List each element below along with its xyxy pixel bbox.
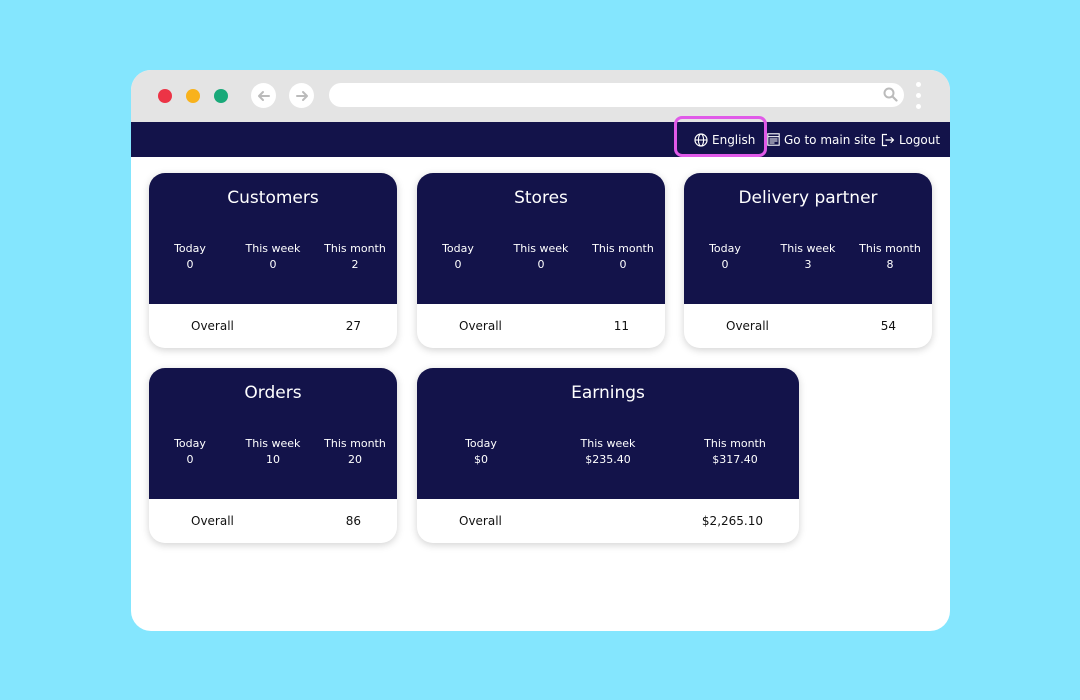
stat-label: This month [324,242,386,255]
stat-this-month: This month 0 [592,241,654,273]
logout-button[interactable]: Logout [881,122,940,157]
stat-value: 0 [454,258,462,271]
logout-icon [881,133,895,146]
stat-today: Today 0 [709,241,741,273]
overall-value: 54 [880,319,896,333]
stat-value: 0 [186,453,194,466]
overall-label: Overall [191,319,234,333]
delivery-partner-card: Delivery partner Today 0 This week 3 Thi… [684,173,932,348]
customers-card: Customers Today 0 This week 0 This month… [149,173,397,348]
stat-today: Today 0 [174,241,206,273]
arrow-left-icon [257,90,270,101]
overall-label: Overall [459,319,502,333]
browser-window: English Go to main site Logout Customers… [131,70,950,631]
stat-value: $317.40 [712,453,758,466]
card-title: Customers [227,188,319,208]
stat-value: 3 [804,258,812,271]
stat-this-week: This week 3 [781,241,836,273]
stat-label: Today [442,242,474,255]
stat-label: Today [174,242,206,255]
stat-label: This week [580,437,636,450]
stat-this-month: This month 20 [324,436,386,468]
overall-value: $2,265.10 [701,514,763,528]
stat-label: This month [704,437,766,450]
stat-value: 0 [269,258,277,271]
stat-value: 0 [186,258,194,271]
stat-value: $0 [473,453,488,466]
stat-label: This month [859,242,921,255]
stores-card: Stores Today 0 This week 0 This month 0 … [417,173,665,348]
browser-toolbar [131,70,950,122]
stat-label: This week [245,242,301,255]
stat-this-month: This month 8 [859,241,921,273]
earnings-card: Earnings Today $0 This week $235.40 This… [417,368,799,543]
browser-menu-icon[interactable] [916,82,922,110]
overall-value: 11 [613,319,629,333]
stat-label: This month [592,242,654,255]
stat-value: 0 [619,258,627,271]
browser-page-icon [767,133,780,146]
stat-this-week: This week 10 [246,436,301,468]
card-title: Delivery partner [738,188,878,208]
arrow-right-icon [295,90,308,101]
stat-value: 10 [265,453,280,466]
stat-this-week: This week 0 [514,241,569,273]
stat-label: Today [709,242,741,255]
stat-today: Today 0 [442,241,474,273]
language-highlight-box [674,116,767,157]
search-icon[interactable] [883,87,898,102]
stat-today: Today $0 [465,436,497,468]
overall-value: 86 [345,514,361,528]
close-window-button[interactable] [158,89,172,103]
forward-button[interactable] [289,83,314,108]
back-button[interactable] [251,83,276,108]
stat-label: Today [465,437,497,450]
stat-this-week: This week $235.40 [581,436,636,468]
main-site-label: Go to main site [784,132,876,147]
stat-value: 20 [348,453,362,466]
top-navigation-bar: English Go to main site Logout [131,122,950,157]
orders-card: Orders Today 0 This week 10 This month 2… [149,368,397,543]
maximize-window-button[interactable] [214,89,228,103]
address-bar[interactable] [329,83,904,107]
stat-this-month: This month $317.40 [704,436,766,468]
card-title: Orders [244,383,302,403]
card-title: Earnings [571,383,645,403]
go-to-main-site-link[interactable]: Go to main site [767,122,876,157]
overall-label: Overall [459,514,502,528]
stat-label: This week [245,437,301,450]
stat-label: This week [780,242,836,255]
stat-today: Today 0 [174,436,206,468]
stat-value: 0 [721,258,729,271]
overall-label: Overall [191,514,234,528]
stat-value: $235.40 [585,453,631,466]
stat-value: 8 [886,258,894,271]
card-title: Stores [514,188,568,208]
stat-value: 2 [351,258,359,271]
minimize-window-button[interactable] [186,89,200,103]
stat-this-month: This month 2 [324,241,386,273]
overall-label: Overall [726,319,769,333]
stat-label: This month [324,437,386,450]
stat-this-week: This week 0 [246,241,301,273]
stat-value: 0 [537,258,545,271]
logout-label: Logout [899,132,941,147]
stat-label: This week [513,242,569,255]
overall-value: 27 [345,319,361,333]
stat-label: Today [174,437,206,450]
